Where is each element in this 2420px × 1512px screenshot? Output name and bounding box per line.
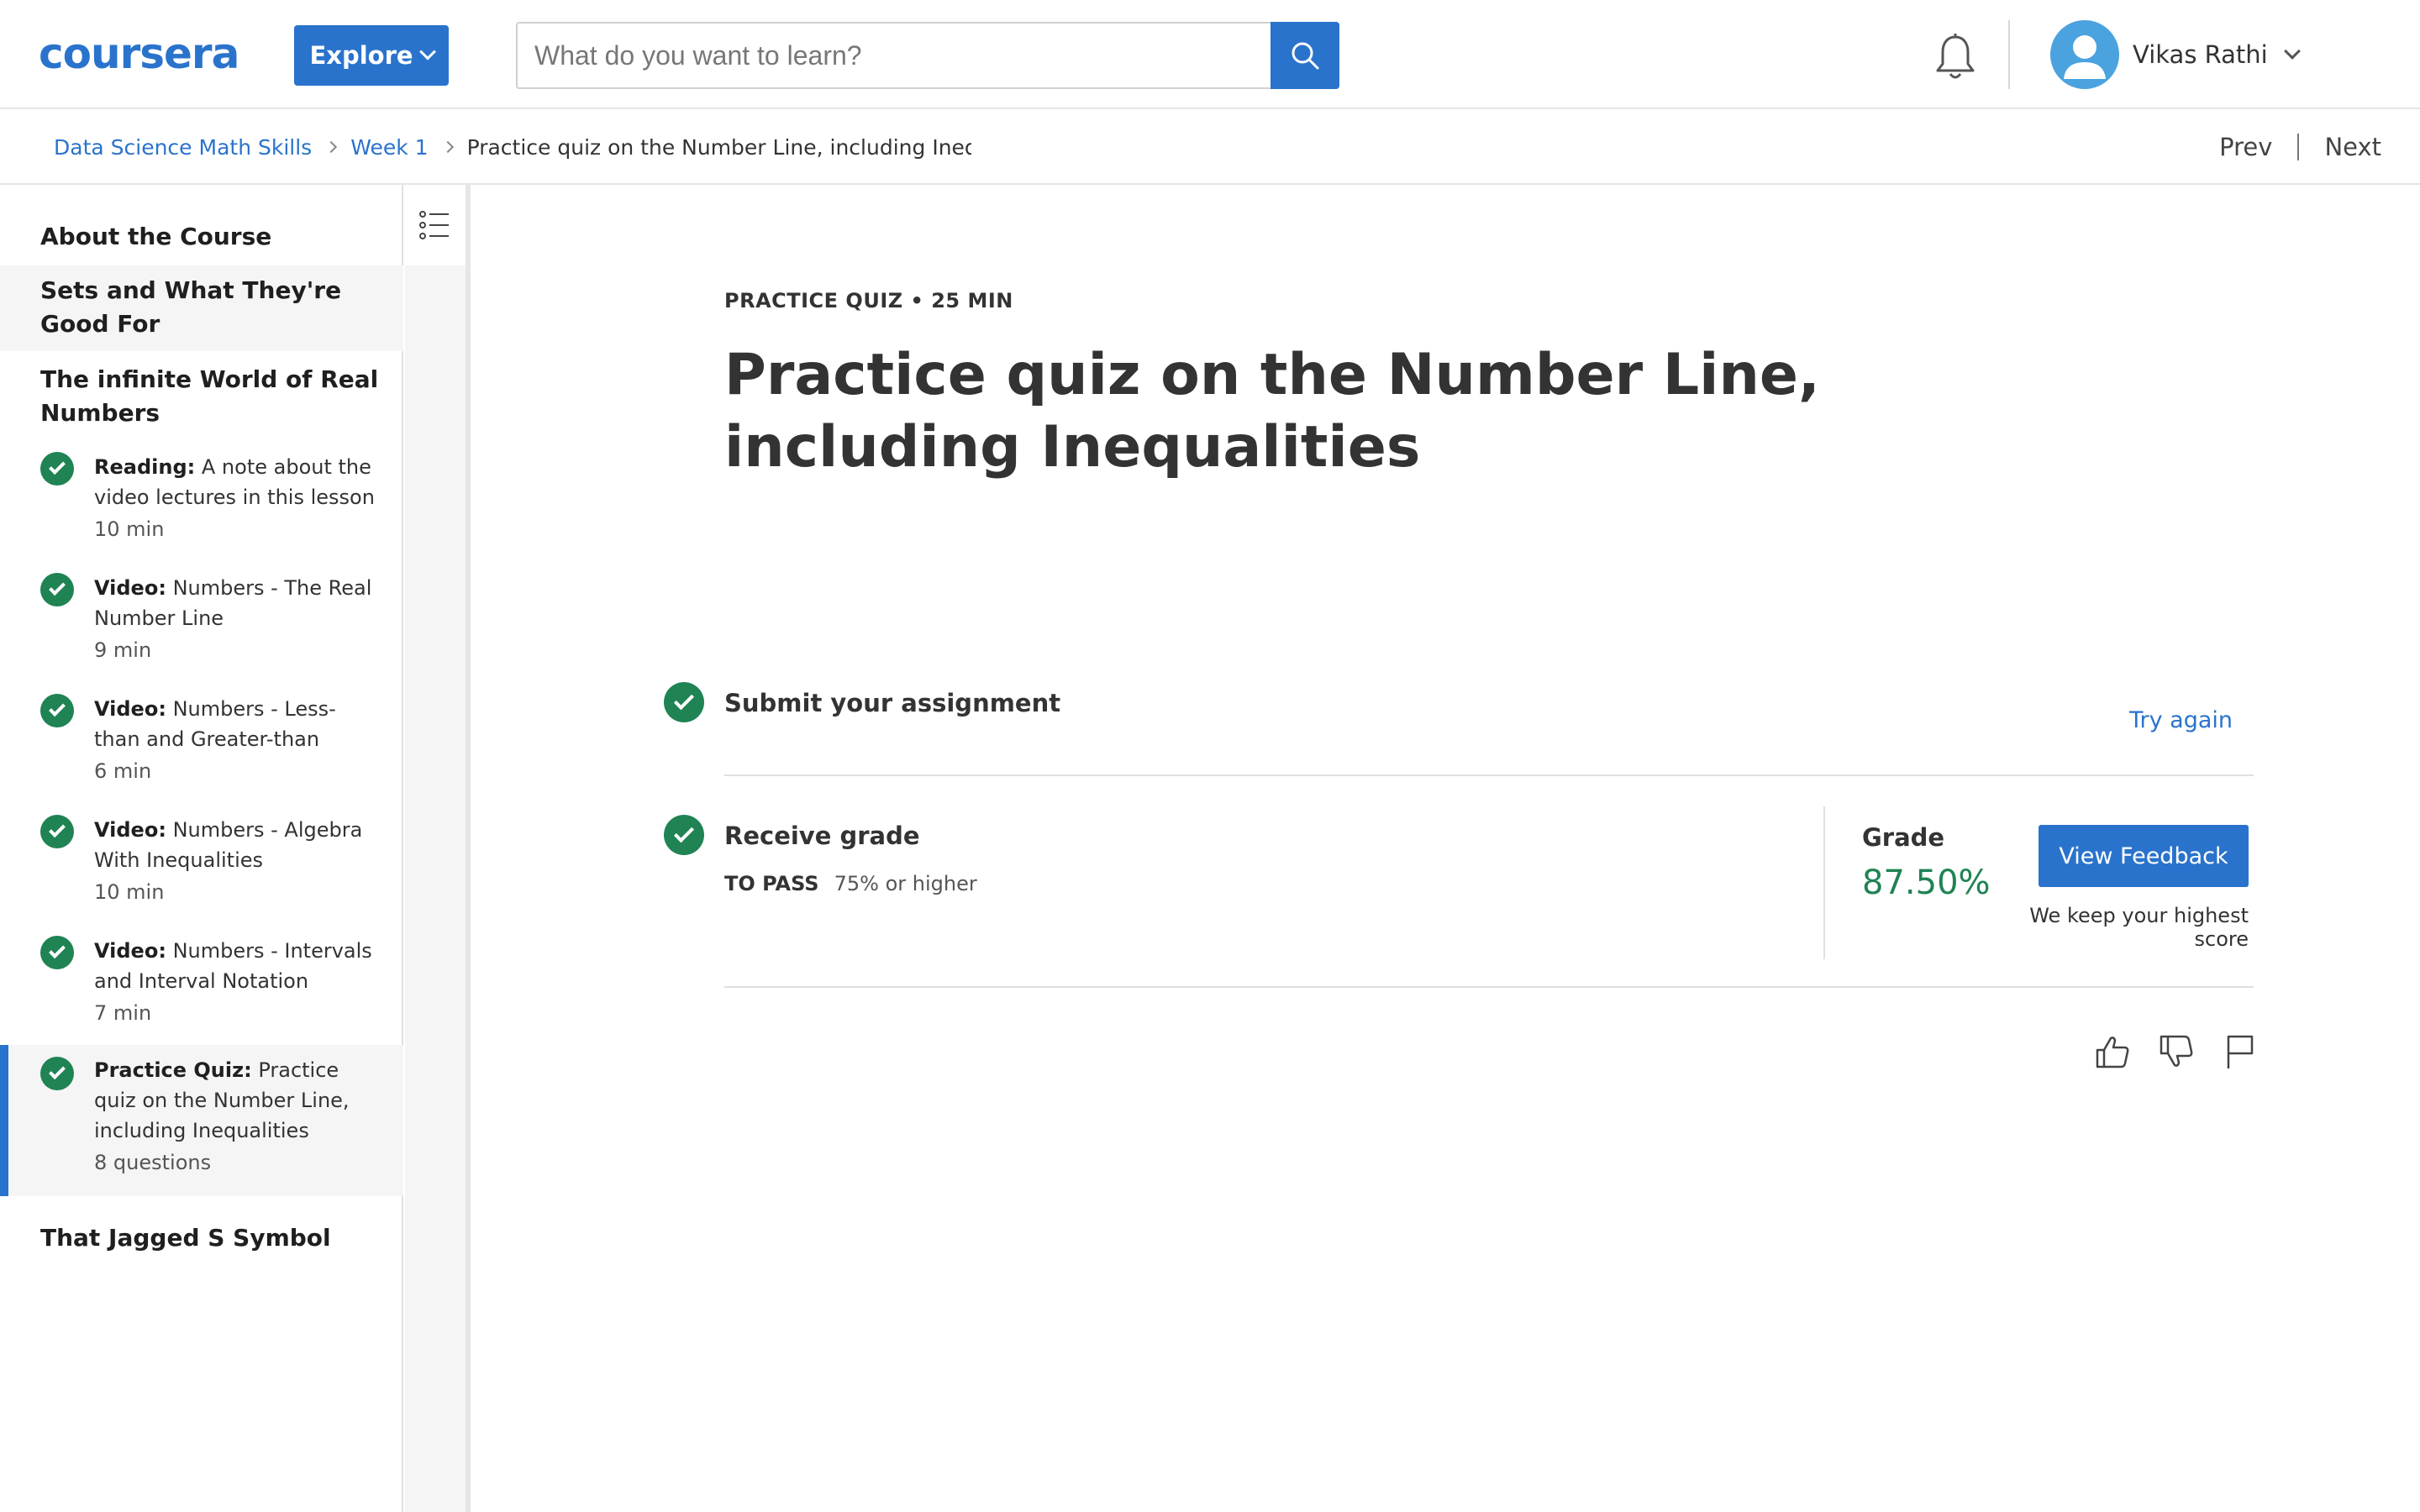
item-meta: 6 min	[94, 759, 152, 783]
user-name: Vikas Rathi	[2133, 40, 2268, 69]
grade-label: Grade	[1862, 823, 1945, 852]
sidebar-item-practice-quiz[interactable]: Practice Quiz: Practice quiz on the Numb…	[0, 1045, 403, 1196]
try-again-link[interactable]: Try again	[2129, 707, 2233, 733]
sidebar-section-real-numbers[interactable]: The infinite World of Real Numbers	[0, 363, 403, 430]
grade-divider	[1823, 806, 1825, 959]
chevron-right-icon	[325, 140, 338, 154]
sidebar-section-about[interactable]: About the Course	[0, 220, 403, 254]
to-pass-value: 75% or higher	[834, 872, 977, 895]
dislike-button[interactable]	[2156, 1032, 2196, 1072]
item-kind: Video:	[94, 818, 166, 842]
check-circle-icon	[40, 815, 74, 848]
header-divider	[2008, 20, 2010, 89]
breadcrumb-course[interactable]: Data Science Math Skills	[54, 135, 312, 160]
grade-value: 87.50%	[1862, 864, 1991, 902]
next-link[interactable]: Next	[2324, 133, 2381, 161]
item-meta: 10 min	[94, 517, 165, 541]
check-circle-icon	[40, 452, 74, 486]
sidebar-item-reading[interactable]: Reading: A note about the video lectures…	[0, 452, 403, 546]
prev-next-nav: Prev Next	[2219, 109, 2381, 185]
course-sidebar: About the Course Sets and What They're G…	[0, 185, 403, 1512]
item-meta: 9 min	[94, 638, 152, 662]
item-kind: Practice Quiz:	[94, 1058, 252, 1082]
breadcrumb-bar: Data Science Math Skills Week 1 Practice…	[0, 109, 2420, 185]
toc-strip	[405, 185, 471, 1512]
divider	[724, 774, 2254, 776]
item-kind: Video:	[94, 576, 166, 600]
sidebar-item-video[interactable]: Video: Numbers - Algebra With Inequaliti…	[0, 815, 403, 909]
pass-requirement: TO PASS 75% or higher	[724, 872, 977, 895]
breadcrumb-current: Practice quiz on the Number Line, includ…	[466, 134, 971, 160]
prev-link[interactable]: Prev	[2219, 133, 2272, 161]
coursera-logo[interactable]: coursera	[39, 29, 239, 79]
breadcrumb-week[interactable]: Week 1	[350, 135, 428, 160]
divider	[724, 986, 2254, 988]
item-type-label: PRACTICE QUIZ • 25 MIN	[724, 289, 1013, 312]
list-icon	[419, 211, 449, 239]
explore-button[interactable]: Explore	[294, 25, 449, 86]
submit-assignment-title: Submit your assignment	[724, 689, 1061, 717]
nav-divider	[2297, 134, 2300, 160]
sidebar-section-jagged-s[interactable]: That Jagged S Symbol	[0, 1221, 403, 1255]
chevron-right-icon	[441, 140, 454, 154]
search-icon	[1292, 42, 1319, 70]
item-kind: Video:	[94, 939, 166, 963]
check-circle-icon	[40, 573, 74, 606]
check-circle-icon	[40, 694, 74, 727]
item-meta: 7 min	[94, 1001, 152, 1025]
report-button[interactable]	[2220, 1032, 2260, 1072]
chevron-down-icon	[418, 43, 436, 60]
view-feedback-button[interactable]: View Feedback	[2039, 825, 2249, 887]
item-kind: Video:	[94, 697, 166, 721]
check-circle-icon	[40, 936, 74, 969]
search-input[interactable]	[518, 24, 1272, 87]
search-bar	[516, 22, 1339, 89]
to-pass-label: TO PASS	[724, 872, 819, 895]
sidebar-section-sets[interactable]: Sets and What They're Good For	[0, 265, 403, 351]
receive-grade-title: Receive grade	[724, 822, 920, 850]
highest-score-note: We keep your highest score	[2029, 904, 2249, 951]
avatar	[2050, 20, 2119, 89]
chevron-down-icon	[2283, 43, 2301, 60]
search-button[interactable]	[1270, 22, 1339, 89]
check-circle-icon	[40, 1057, 74, 1090]
top-header: coursera Explore Vikas Rathi	[0, 0, 2420, 109]
explore-label: Explore	[309, 41, 413, 70]
check-circle-icon	[664, 815, 704, 855]
breadcrumb: Data Science Math Skills Week 1 Practice…	[54, 109, 971, 185]
toc-toggle-button[interactable]	[405, 185, 466, 265]
item-meta: 10 min	[94, 880, 165, 904]
bell-icon	[1936, 34, 1975, 79]
user-menu[interactable]: Vikas Rathi	[2050, 20, 2301, 89]
thumbs-down-icon	[2160, 1035, 2193, 1067]
item-meta: 8 questions	[94, 1151, 212, 1174]
item-kind: Reading:	[94, 455, 196, 479]
user-icon	[2064, 35, 2106, 79]
page-title: Practice quiz on the Number Line, includ…	[724, 342, 1820, 480]
feedback-actions	[2092, 1032, 2260, 1072]
like-button[interactable]	[2092, 1032, 2133, 1072]
notifications-button[interactable]	[1933, 32, 1978, 82]
sidebar-item-video[interactable]: Video: Numbers - The Real Number Line 9 …	[0, 573, 403, 667]
check-circle-icon	[664, 682, 704, 722]
sidebar-item-video[interactable]: Video: Numbers - Intervals and Interval …	[0, 936, 403, 1030]
flag-icon	[2227, 1035, 2254, 1068]
sidebar-item-video[interactable]: Video: Numbers - Less-than and Greater-t…	[0, 694, 403, 788]
thumbs-up-icon	[2096, 1037, 2129, 1068]
